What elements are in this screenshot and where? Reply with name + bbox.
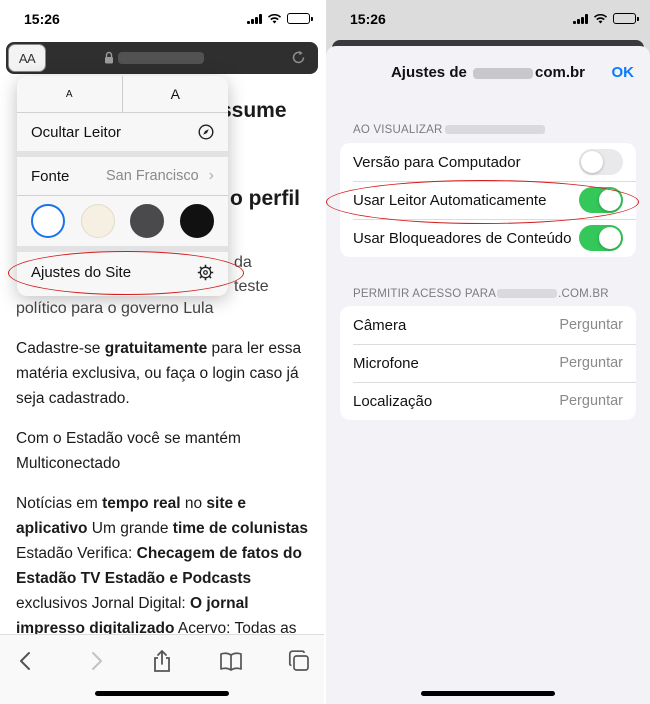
- permission-value: Perguntar: [559, 393, 623, 409]
- reload-icon[interactable]: [291, 50, 306, 65]
- tabs-icon[interactable]: [287, 649, 311, 673]
- theme-selector: [17, 196, 228, 246]
- wifi-icon: [593, 13, 608, 24]
- chevron-right-icon: ›: [208, 167, 214, 184]
- compass-icon: [198, 124, 214, 140]
- back-icon[interactable]: [14, 649, 38, 673]
- article-headline-fragment: o perfil: [230, 187, 301, 210]
- section-header-label: AO VISUALIZAR: [353, 124, 443, 136]
- domain-redacted: [444, 125, 545, 135]
- setting-label: Usar Bloqueadores de Conteúdo: [353, 229, 572, 247]
- toggle-knob: [581, 151, 603, 173]
- permission-row[interactable]: Localização Perguntar: [340, 382, 636, 420]
- highlight-annotation: [326, 180, 639, 224]
- article-body: Cadastre-se gratuitamente para ler essa …: [16, 336, 316, 656]
- status-indicators: [573, 13, 639, 24]
- home-indicator: [95, 691, 229, 696]
- permissions-group: Câmera Perguntar Microfone Perguntar Localiz…: [340, 306, 636, 420]
- sheet-title-suffix: com.br: [535, 64, 586, 81]
- battery-icon: [287, 13, 313, 24]
- wifi-icon: [267, 13, 282, 24]
- setting-toggle[interactable]: [579, 225, 623, 251]
- domain-redacted: [497, 289, 558, 299]
- bookmarks-icon[interactable]: [219, 649, 243, 673]
- setting-row: Versão para Computador: [340, 143, 636, 181]
- theme-sepia-swatch[interactable]: [80, 204, 115, 238]
- section-header-label: PERMITIR ACESSO PARA: [353, 288, 497, 300]
- domain-redacted: [473, 67, 533, 79]
- font-selector[interactable]: Fonte San Francisco ›: [17, 157, 228, 195]
- forward-icon[interactable]: [84, 649, 108, 673]
- section-header: PERMITIR ACESSO PARA .COM.BR: [353, 288, 609, 300]
- safari-reader-view: 15:26 AA ssume o perfil da teste polític…: [0, 0, 324, 704]
- permission-value: Perguntar: [559, 317, 623, 333]
- setting-label: Versão para Computador: [353, 153, 521, 171]
- setting-toggle[interactable]: [579, 149, 623, 175]
- article-subtitle-fragment: político para o governo Lula: [16, 300, 214, 317]
- article-text: Com o Estadão você se mantém Multiconect…: [16, 430, 241, 472]
- article-paragraph: Cadastre-se gratuitamente para ler essa …: [16, 336, 316, 411]
- home-indicator: [421, 691, 555, 696]
- status-time: 15:26: [24, 11, 60, 27]
- article-text: Estadão Verifica:: [16, 545, 137, 562]
- permission-label: Localização: [353, 392, 433, 410]
- article-text: Um grande: [87, 520, 173, 537]
- hide-reader-label: Ocultar Leitor: [31, 123, 122, 141]
- share-icon[interactable]: [150, 649, 174, 673]
- ok-button[interactable]: OK: [612, 64, 635, 81]
- setting-row: Usar Bloqueadores de Conteúdo: [340, 219, 636, 257]
- article-bold-text: tempo real: [102, 495, 181, 512]
- toggle-knob: [599, 227, 621, 249]
- safari-toolbar: [0, 634, 324, 704]
- decrease-font-button[interactable]: A: [17, 76, 123, 112]
- sheet-title: Ajustes de com.br: [326, 64, 650, 81]
- status-bar: 15:26: [0, 0, 324, 38]
- status-indicators: [247, 13, 313, 24]
- section-header-suffix: .COM.BR: [558, 288, 609, 300]
- article-text: Cadastre-se: [16, 340, 105, 357]
- highlight-annotation: [8, 251, 244, 295]
- reader-aa-button[interactable]: AA: [8, 44, 46, 72]
- article-headline-fragment: ssume: [220, 99, 287, 122]
- font-size-controls: A A: [17, 76, 228, 112]
- article-bold-text: gratuitamente: [104, 340, 208, 357]
- theme-gray-swatch[interactable]: [130, 204, 165, 238]
- status-bar: 15:26: [326, 0, 650, 38]
- section-header: AO VISUALIZAR: [353, 124, 545, 136]
- site-settings-screen: 15:26 Ajustes de com.br OK AO VISUALIZAR…: [326, 0, 650, 704]
- settings-sheet: Ajustes de com.br OK AO VISUALIZAR Versã…: [326, 46, 650, 704]
- sheet-title-prefix: Ajustes de: [390, 64, 467, 81]
- article-paragraph: Com o Estadão você se mantém Multiconect…: [16, 426, 316, 476]
- article-bold-text: time de colunistas: [172, 520, 309, 537]
- article-text: exclusivos Jornal Digital:: [16, 595, 191, 612]
- status-time: 15:26: [350, 11, 386, 27]
- cellular-signal-icon: [573, 13, 588, 24]
- hide-reader-button[interactable]: Ocultar Leitor: [17, 113, 228, 151]
- font-label: Fonte: [31, 167, 70, 185]
- url-text-redacted: [118, 52, 204, 64]
- increase-font-button[interactable]: A: [123, 76, 229, 112]
- permission-label: Microfone: [353, 354, 419, 372]
- article-text: Notícias em: [16, 495, 103, 512]
- lock-icon: [105, 51, 113, 64]
- permission-row[interactable]: Câmera Perguntar: [340, 306, 636, 344]
- permission-label: Câmera: [353, 316, 407, 334]
- battery-icon: [613, 13, 639, 24]
- cellular-signal-icon: [247, 13, 262, 24]
- permission-row[interactable]: Microfone Perguntar: [340, 344, 636, 382]
- article-paragraph: Notícias em tempo real no site e aplicat…: [16, 491, 316, 641]
- font-value: San Francisco: [105, 168, 199, 184]
- theme-white-swatch[interactable]: [31, 204, 65, 238]
- permission-value: Perguntar: [559, 355, 623, 371]
- article-text: no: [180, 495, 207, 512]
- theme-black-swatch[interactable]: [179, 204, 214, 238]
